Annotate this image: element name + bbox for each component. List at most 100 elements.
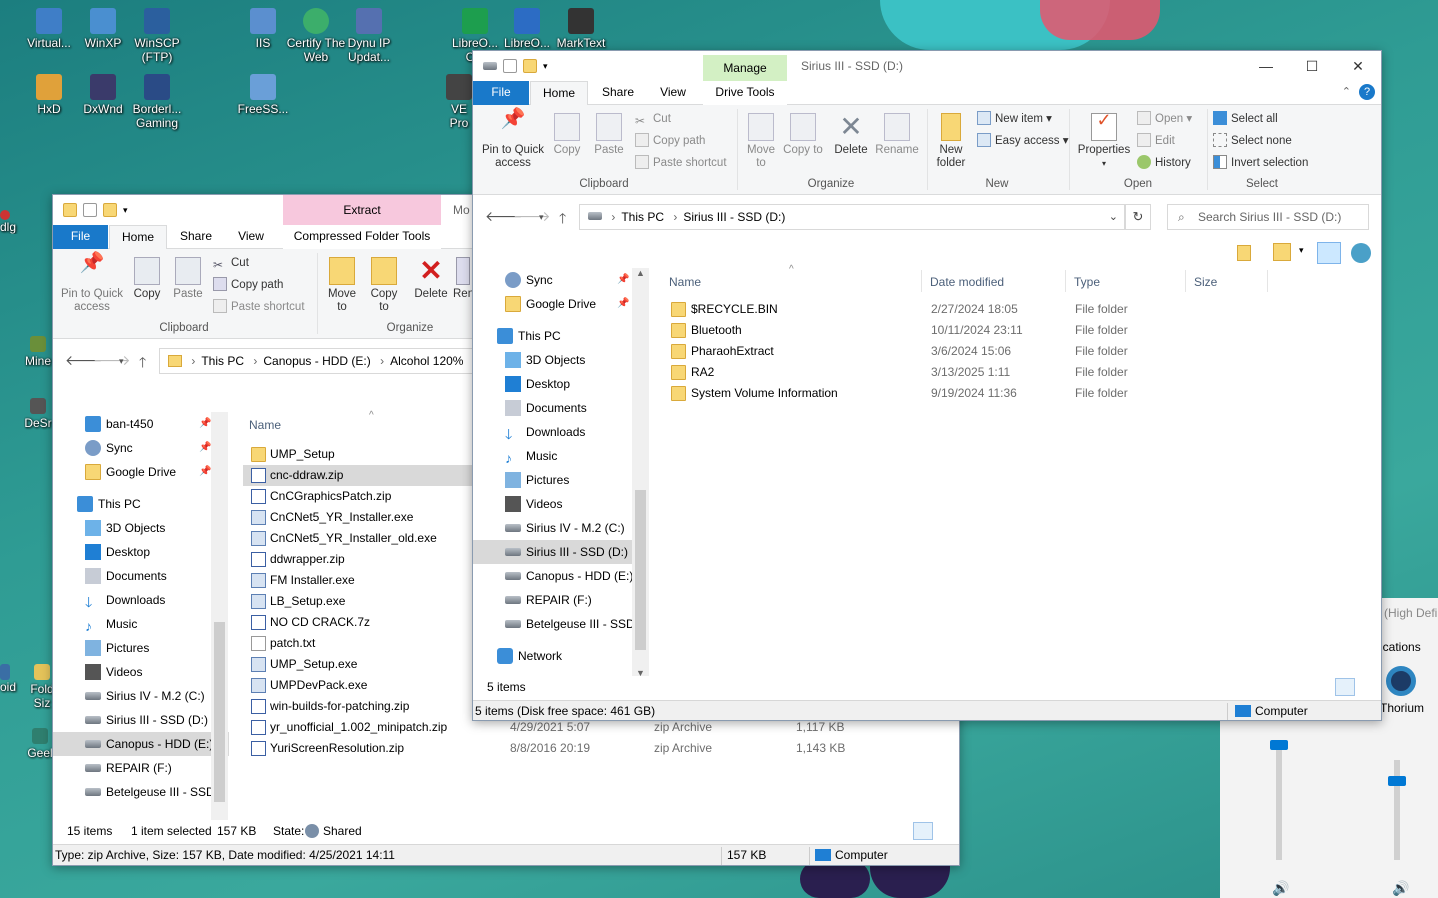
tab-home[interactable]: Home (109, 225, 167, 250)
nav-item-drive-e[interactable]: Canopus - HDD (E:) (53, 732, 229, 756)
table-row[interactable]: Bluetooth 10/11/2024 23:11 File folder (663, 320, 1381, 341)
up-arrow-icon[interactable]: 🡑 (559, 208, 566, 232)
desktop-icon-mine[interactable]: Mine (24, 336, 52, 368)
nav-item-desktop[interactable]: Desktop (473, 372, 633, 396)
large-icons-view-button[interactable] (1359, 678, 1379, 696)
nav-item-drive-c[interactable]: Sirius IV - M.2 (C:) (473, 516, 633, 540)
desktop-icon-ve-pro[interactable]: VE Pro (444, 74, 474, 130)
breadcrumb-sirius-d[interactable]: Sirius III - SSD (D:) (683, 210, 785, 224)
pin-quick-access-button[interactable]: 📌 Pin to Quick access (57, 253, 127, 314)
nav-item-3d-objects[interactable]: 3D Objects (53, 516, 229, 540)
nav-item-drive-f[interactable]: REPAIR (F:) (53, 756, 229, 780)
tab-home[interactable]: Home (530, 81, 588, 106)
breadcrumb-this-pc[interactable]: This PC (201, 354, 244, 368)
tab-share[interactable]: Share (171, 225, 221, 249)
column-header-name[interactable]: Name (669, 275, 701, 289)
copy-button[interactable]: Copy (549, 113, 585, 157)
edit-button[interactable]: Edit (1137, 131, 1175, 151)
table-row[interactable]: UMP_Setup.exe (243, 654, 475, 675)
nav-item-pictures[interactable]: Pictures (473, 468, 633, 492)
nav-item-drive-c[interactable]: Sirius IV - M.2 (C:) (53, 684, 229, 708)
desktop-icon-dynu[interactable]: Dynu IP Updat... (338, 8, 400, 64)
paste-shortcut-button[interactable]: Paste shortcut (213, 297, 305, 317)
tab-share[interactable]: Share (593, 81, 643, 105)
nav-scrollbar[interactable] (211, 412, 228, 822)
nav-item-drive-d[interactable]: Sirius III - SSD (D:) (53, 708, 229, 732)
desktop-icon-dxwnd[interactable]: DxWnd (72, 74, 134, 116)
history-button[interactable]: History (1137, 153, 1191, 173)
invert-selection-button[interactable]: Invert selection (1213, 153, 1308, 173)
table-row[interactable]: NO CD CRACK.7z (243, 612, 475, 633)
table-row[interactable]: $RECYCLE.BIN 2/27/2024 18:05 File folder (663, 299, 1381, 320)
column-header-name[interactable]: Name (249, 418, 281, 432)
copy-to-button[interactable]: Copy to (365, 257, 403, 314)
pin-quick-access-button[interactable]: 📌 Pin to Quick access (477, 109, 549, 170)
speaker-icon[interactable]: 🔊 (1272, 880, 1289, 897)
customize-qat-icon[interactable]: ▾ (123, 205, 128, 216)
new-folder-icon[interactable] (523, 59, 537, 73)
table-row[interactable]: FM Installer.exe (243, 570, 475, 591)
nav-item-sync[interactable]: Sync 📌 (53, 436, 229, 460)
recent-locations-chevron-icon[interactable]: ▾ (539, 212, 544, 223)
customize-qat-icon[interactable]: ▾ (543, 61, 548, 72)
easy-access-button[interactable]: Easy access ▾ (977, 131, 1069, 151)
column-header-size[interactable]: Size (1194, 275, 1217, 289)
desktop-icon-marktext[interactable]: MarkText (550, 8, 612, 50)
nav-item-music[interactable]: ♪ Music (473, 444, 633, 468)
desktop-icon-desr[interactable]: DeSr (24, 398, 52, 430)
maximize-icon[interactable]: ☐ (1289, 51, 1335, 81)
preview-pane-icon[interactable] (1317, 242, 1341, 264)
move-to-button[interactable]: Move to (323, 257, 361, 314)
properties-button[interactable]: ✓ Properties ▾ (1075, 111, 1133, 170)
column-header-date[interactable]: Date modified (930, 275, 1004, 289)
nav-item-drive-betelgeuse[interactable]: Betelgeuse III - SSD ( (53, 780, 229, 804)
tab-view[interactable]: View (649, 81, 697, 105)
address-dropdown-chevron-icon[interactable]: ⌄ (1109, 205, 1118, 229)
details-view-button[interactable] (913, 822, 933, 840)
desktop-icon-libreoffice-writer[interactable]: LibreO... (496, 8, 558, 50)
nav-item-this-pc[interactable]: This PC (473, 324, 633, 348)
desktop-icon-hxd[interactable]: HxD (18, 74, 80, 116)
nav-item-ban-t450[interactable]: ban-t450 📌 (53, 412, 229, 436)
table-row[interactable]: UMPDevPack.exe (243, 675, 475, 696)
delete-button[interactable]: ✕ Delete (411, 257, 451, 301)
view-options-chevron-icon[interactable]: ▾ (1299, 245, 1304, 256)
folder-options-icon[interactable] (1273, 243, 1291, 261)
nav-item-drive-betelgeuse[interactable]: Betelgeuse III - SSD ( (473, 612, 642, 636)
refresh-button[interactable]: ↻ (1125, 204, 1151, 230)
desktop-icon-dlg[interactable]: dlg (0, 210, 20, 234)
up-arrow-icon[interactable]: 🡑 (139, 352, 146, 376)
new-folder-button[interactable]: New folder (931, 113, 971, 170)
table-row[interactable]: RA2 3/13/2025 1:11 File folder (663, 362, 1381, 383)
column-header-type[interactable]: Type (1074, 275, 1100, 289)
table-row[interactable]: CnCNet5_YR_Installer_old.exe (243, 528, 475, 549)
scrollbar-thumb[interactable] (214, 622, 225, 802)
tab-view[interactable]: View (227, 225, 275, 249)
desktop-icon-borderless[interactable]: Borderl... Gaming (126, 74, 188, 130)
open-button[interactable]: Open ▾ (1137, 109, 1192, 129)
table-row[interactable]: CnCNet5_YR_Installer.exe (243, 507, 475, 528)
desktop-icon-virtual[interactable]: Virtual... (18, 8, 80, 50)
tab-file[interactable]: File (53, 225, 108, 249)
nav-item-drive-d[interactable]: Sirius III - SSD (D:) (473, 540, 633, 564)
breadcrumb-alcohol[interactable]: Alcohol 120% (390, 354, 463, 368)
recent-locations-chevron-icon[interactable]: ▾ (119, 356, 124, 367)
volume-slider-1[interactable] (1276, 740, 1282, 860)
details-view-button[interactable] (1335, 678, 1355, 696)
nav-item-drive-e[interactable]: Canopus - HDD (E:) (473, 564, 633, 588)
desktop-icon-winscp[interactable]: WinSCP (FTP) (126, 8, 188, 64)
nav-item-google-drive[interactable]: Google Drive 📌 (473, 292, 633, 316)
table-row[interactable]: CnCGraphicsPatch.zip (243, 486, 475, 507)
table-row[interactable]: System Volume Information 9/19/2024 11:36… (663, 383, 1381, 404)
desktop-icon-oid[interactable]: oid (0, 664, 22, 694)
address-bar[interactable]: › This PC › Sirius III - SSD (D:) ⌄ (579, 204, 1125, 230)
table-row[interactable]: YuriScreenResolution.zip (243, 738, 475, 759)
rename-button[interactable]: Ren (453, 257, 473, 301)
table-row[interactable]: LB_Setup.exe (243, 591, 475, 612)
nav-item-sync[interactable]: Sync 📌 (473, 268, 633, 292)
volume-slider-1-thumb[interactable] (1270, 740, 1288, 750)
copy-button[interactable]: Copy (129, 257, 165, 301)
table-row[interactable]: UMP_Setup (243, 444, 475, 465)
cut-button[interactable]: ✂ Cut (213, 253, 249, 273)
table-row[interactable]: win-builds-for-patching.zip (243, 696, 475, 717)
